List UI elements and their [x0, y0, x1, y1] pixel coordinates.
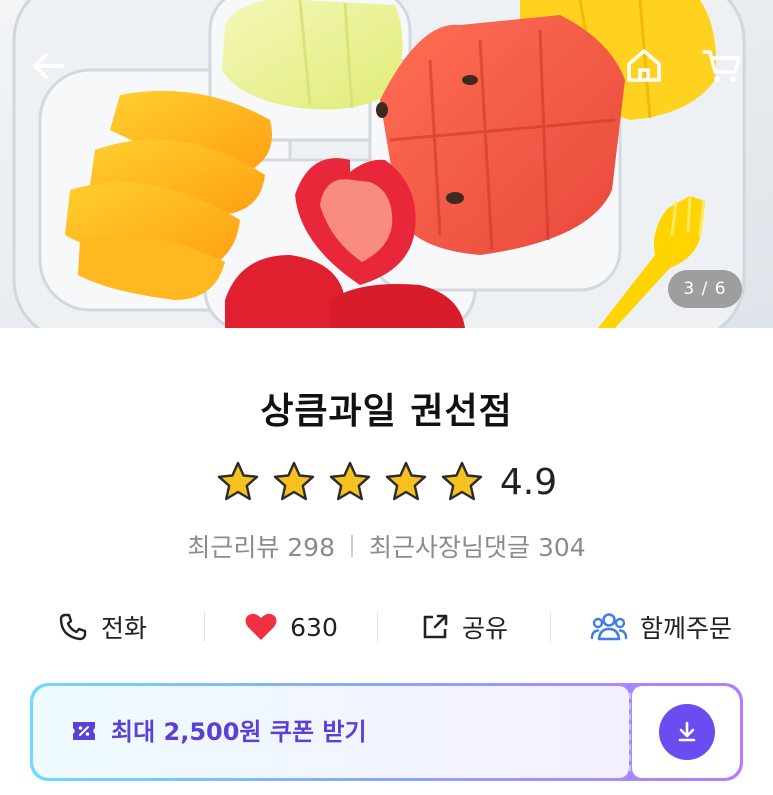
call-button[interactable]: 전화: [0, 600, 204, 654]
coupon-download-button[interactable]: [659, 704, 715, 760]
cart-button[interactable]: [700, 44, 744, 88]
group-users-icon: [590, 613, 628, 641]
group-order-label: 함께주문: [639, 614, 732, 643]
coupon-body[interactable]: 최대 2,500원 쿠폰 받기: [33, 686, 629, 778]
image-page-counter: 3 / 6: [668, 270, 742, 308]
rating-value: 4.9: [499, 461, 558, 503]
coupon-download-area[interactable]: [632, 686, 740, 778]
home-icon: [627, 49, 661, 82]
heart-icon: [245, 613, 277, 640]
rating-row: 4.9: [0, 458, 773, 506]
share-button[interactable]: 공유: [378, 600, 550, 654]
store-name: 상큼과일 권선점: [260, 391, 513, 432]
review-counts: 최근리뷰 298 최근사장님댓글 304: [0, 528, 773, 564]
coupon-banner[interactable]: 최대 2,500원 쿠폰 받기: [30, 683, 743, 781]
download-icon: [678, 721, 696, 742]
back-button[interactable]: [26, 44, 70, 88]
share-label: 공유: [461, 614, 508, 643]
owner-replies-link[interactable]: 최근사장님댓글 304: [369, 528, 586, 564]
store-action-bar: 전화 630 공유 함께주문: [0, 600, 773, 654]
coupon-label: 최대 2,500원 쿠폰 받기: [111, 718, 367, 746]
recent-reviews-link[interactable]: 최근리뷰 298: [187, 528, 335, 564]
star-icon: [217, 461, 259, 501]
star-icon: [385, 461, 427, 501]
like-count: 630: [290, 612, 338, 642]
home-button[interactable]: [622, 44, 666, 88]
back-arrow-icon: [33, 53, 64, 79]
like-button[interactable]: 630: [205, 600, 377, 654]
share-icon: [423, 614, 448, 639]
divider: [351, 535, 353, 557]
star-icon: [273, 461, 315, 501]
coupon-icon: [73, 722, 95, 740]
store-photo-carousel[interactable]: 3 / 6: [0, 0, 773, 328]
phone-icon: [59, 613, 87, 641]
group-order-button[interactable]: 함께주문: [551, 600, 771, 654]
cart-icon: [702, 50, 741, 82]
star-icon: [441, 461, 483, 501]
call-label: 전화: [100, 614, 147, 643]
star-icon: [329, 461, 371, 501]
